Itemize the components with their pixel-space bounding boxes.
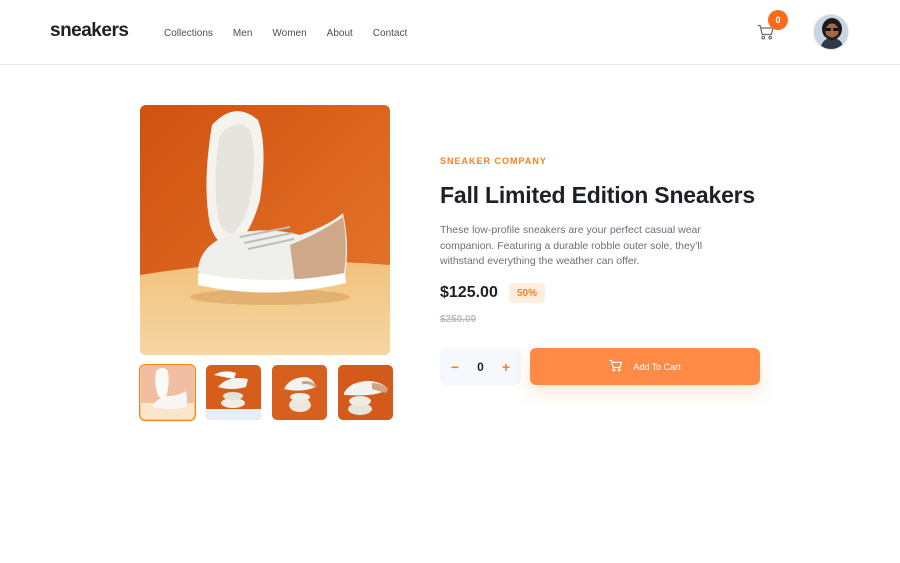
main-nav: Collections Men Women About Contact [164, 28, 407, 39]
nav-collections[interactable]: Collections [164, 28, 213, 39]
thumbnail-4[interactable] [338, 365, 393, 420]
quantity-value: 0 [477, 359, 484, 374]
thumbnail-strip [139, 364, 393, 421]
cart-icon [609, 359, 623, 374]
product-description: These low-profile sneakers are your perf… [440, 224, 703, 267]
nav-women[interactable]: Women [272, 28, 306, 39]
avatar[interactable] [813, 14, 849, 50]
add-to-cart-label: Add To Cart [633, 361, 681, 372]
current-price: $125.00 [440, 284, 498, 301]
cart-count-badge: 0 [768, 10, 788, 30]
thumbnail-3[interactable] [272, 365, 327, 420]
thumbnail-1[interactable] [139, 364, 196, 421]
product-title: Fall Limited Edition Sneakers [440, 182, 755, 208]
add-to-cart-button[interactable]: Add To Cart [530, 348, 760, 385]
quantity-stepper: − 0 + [440, 348, 521, 385]
logo[interactable]: sneakers [50, 20, 129, 42]
nav-about[interactable]: About [327, 28, 353, 39]
original-price: $250.00 [440, 314, 477, 325]
nav-men[interactable]: Men [233, 28, 252, 39]
thumbnail-2[interactable] [206, 365, 261, 420]
increase-quantity-button[interactable]: + [500, 360, 512, 374]
discount-badge: 50% [509, 283, 545, 303]
product-main-image[interactable] [140, 105, 390, 355]
company-label: SNEAKER COMPANY [440, 156, 547, 166]
site-header: sneakers Collections Men Women About Con… [0, 0, 900, 65]
decrease-quantity-button[interactable]: − [449, 360, 461, 374]
nav-contact[interactable]: Contact [373, 28, 407, 39]
